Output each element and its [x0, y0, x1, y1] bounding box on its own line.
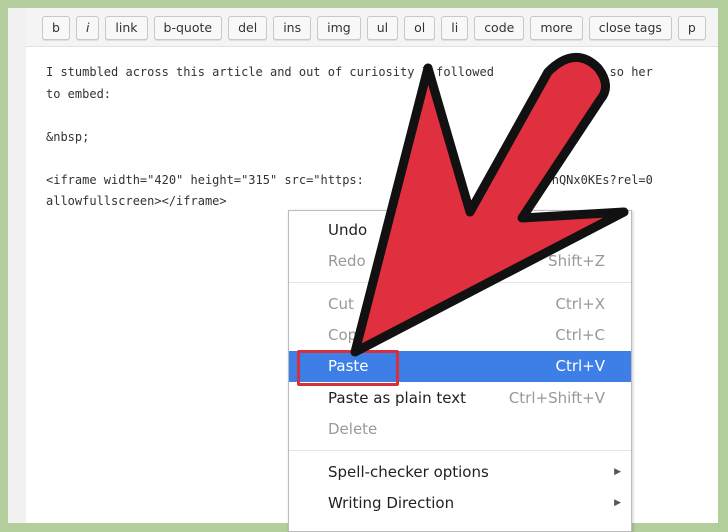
red-arrow-icon	[350, 53, 629, 357]
red-arrow-icon	[350, 53, 629, 357]
